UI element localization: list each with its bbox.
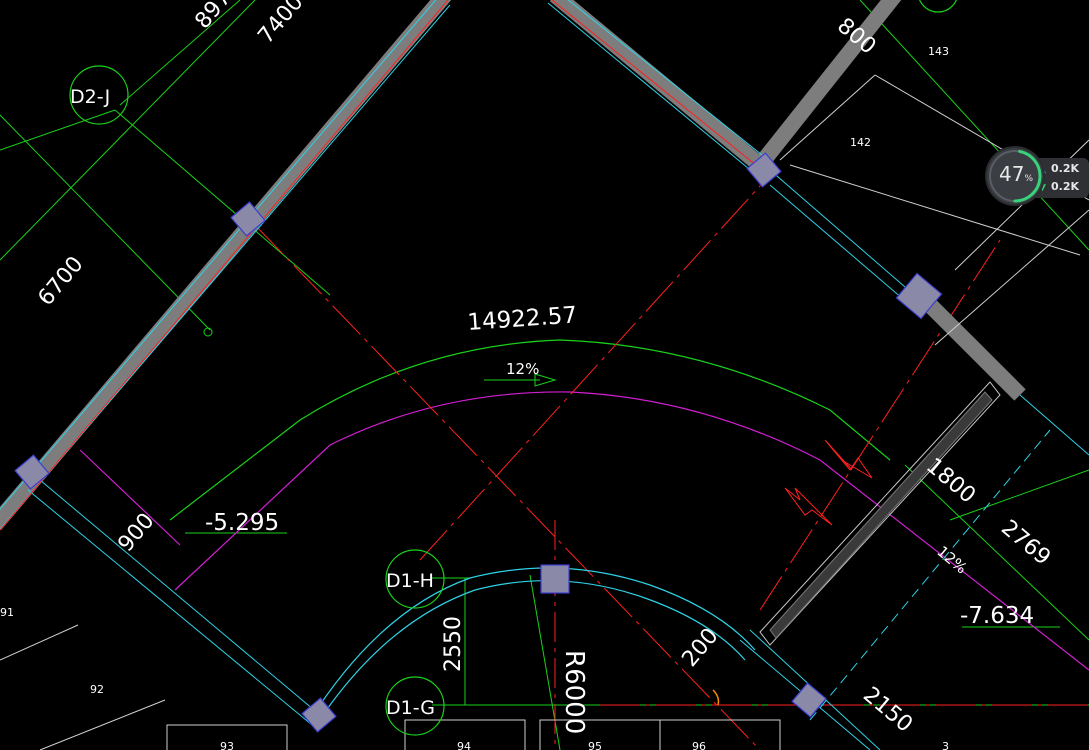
slope-label-top: 12% <box>506 360 539 378</box>
download-rate: ▼ 0.2K <box>1039 180 1079 193</box>
usage-percent-value: 47 <box>998 162 1025 186</box>
download-rate-value: 0.2K <box>1051 180 1080 193</box>
space-number-94: 94 <box>457 740 471 750</box>
space-number-93: 93 <box>220 740 234 750</box>
dim-2550: 2550 <box>441 616 466 672</box>
space-number-91: 91 <box>0 606 14 619</box>
level-label-left: -5.295 <box>205 510 279 536</box>
axis-bubble-d1g-label: D1-G <box>386 697 435 719</box>
radius-label: R6000 <box>559 650 589 734</box>
level-label-right: -7.634 <box>960 603 1034 629</box>
cad-drawing-canvas[interactable]: D2-J D1-H D1-G 897 7400 800 6700 14922.5… <box>0 0 1089 750</box>
axis-bubble-d2j-label: D2-J <box>70 86 110 108</box>
upload-rate-value: 0.2K <box>1051 162 1080 175</box>
space-number-96: 96 <box>692 740 706 750</box>
model-space-background <box>0 0 1089 750</box>
usage-percent-unit: % <box>1024 174 1033 184</box>
usage-ring[interactable]: 47% <box>987 148 1043 204</box>
space-number-3: 3 <box>942 740 949 750</box>
space-number-142: 142 <box>850 136 871 149</box>
axis-bubble-d1h-label: D1-H <box>386 570 434 592</box>
space-number-92: 92 <box>90 683 104 696</box>
space-number-95: 95 <box>588 740 602 750</box>
usage-percent: 47% <box>995 162 1037 186</box>
space-number-143: 143 <box>928 45 949 58</box>
upload-rate: ▲0.2K <box>1039 162 1079 175</box>
performance-widget[interactable]: ▲0.2K ▼0.2K 47% <box>987 148 1089 208</box>
